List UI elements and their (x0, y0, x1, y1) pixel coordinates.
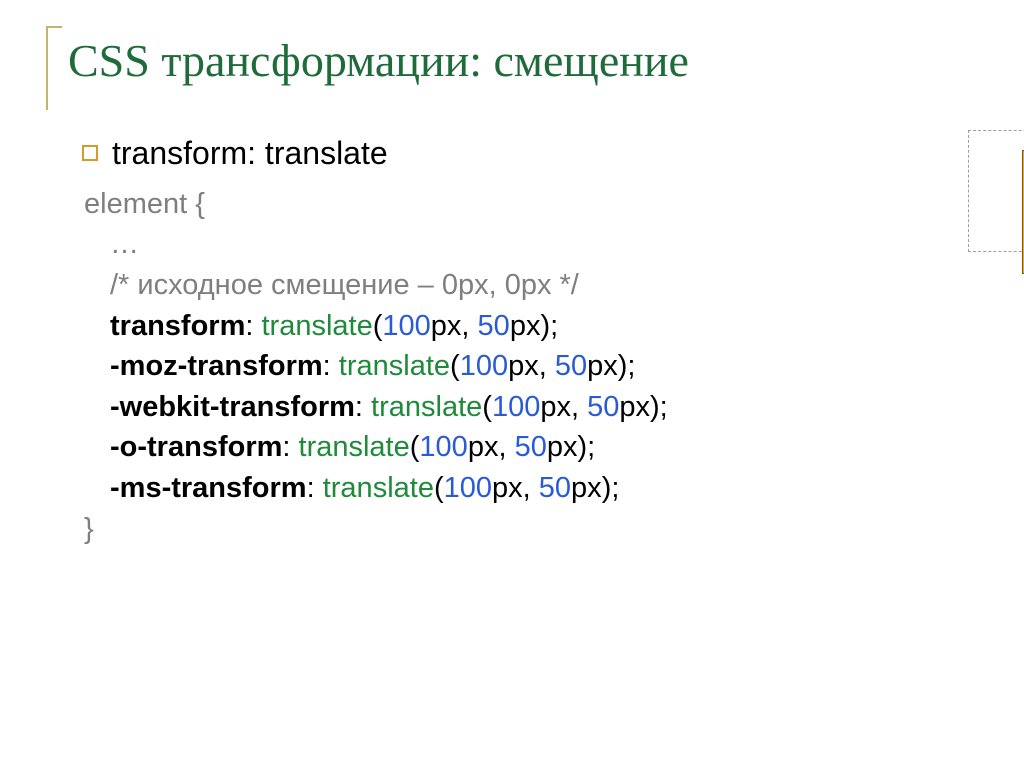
demo-origin-box (968, 130, 1024, 252)
code-value: 50 (539, 472, 571, 504)
code-value: 50 (478, 310, 510, 342)
square-bullet-icon (82, 145, 98, 161)
code-unit: px (492, 472, 523, 504)
code-unit: px (619, 391, 650, 423)
code-func: translate (299, 431, 410, 463)
code-comment: /* исходное смещение – 0px, 0px */ (110, 265, 964, 306)
code-unit: px (468, 431, 499, 463)
code-value: 100 (492, 391, 540, 423)
code-unit: px (571, 472, 602, 504)
code-prop: transform (110, 310, 245, 342)
bullet-item: transform: translate (82, 131, 964, 176)
code-line: transform: translate(100px, 50px); (110, 306, 964, 347)
code-value: 100 (419, 431, 467, 463)
slide-title: CSS трансформации: смещение (68, 34, 964, 87)
code-value: 50 (587, 391, 619, 423)
code-value: 50 (555, 350, 587, 382)
code-func: translate (261, 310, 372, 342)
bullet-text: transform: translate (112, 131, 388, 176)
code-prop: -moz-transform (110, 350, 323, 382)
code-value: 50 (515, 431, 547, 463)
code-selector: element { (84, 184, 964, 225)
code-unit: px (547, 431, 578, 463)
code-line: -ms-transform: translate(100px, 50px); (110, 468, 964, 509)
code-func: translate (323, 472, 434, 504)
code-unit: px (540, 391, 571, 423)
code-value: 100 (444, 472, 492, 504)
code-close: } (84, 509, 964, 550)
code-func: translate (371, 391, 482, 423)
code-prop: -ms-transform (110, 472, 307, 504)
code-line: -o-transform: translate(100px, 50px); (110, 427, 964, 468)
corner-accent (46, 26, 62, 110)
code-prop: -o-transform (110, 431, 282, 463)
slide-content: transform: translate element { … /* исхо… (82, 131, 964, 549)
code-value: 100 (382, 310, 430, 342)
code-unit: px (508, 350, 539, 382)
code-prop: -webkit-transform (110, 391, 355, 423)
code-line: -webkit-transform: translate(100px, 50px… (110, 387, 964, 428)
code-ellipsis: … (110, 224, 964, 265)
slide: CSS трансформации: смещение Текст внутри… (0, 0, 1024, 768)
code-line: -moz-transform: translate(100px, 50px); (110, 346, 964, 387)
code-unit: px (587, 350, 618, 382)
code-unit: px (431, 310, 462, 342)
code-unit: px (510, 310, 541, 342)
code-value: 100 (460, 350, 508, 382)
code-func: translate (339, 350, 450, 382)
code-block: element { … /* исходное смещение – 0px, … (84, 184, 964, 549)
